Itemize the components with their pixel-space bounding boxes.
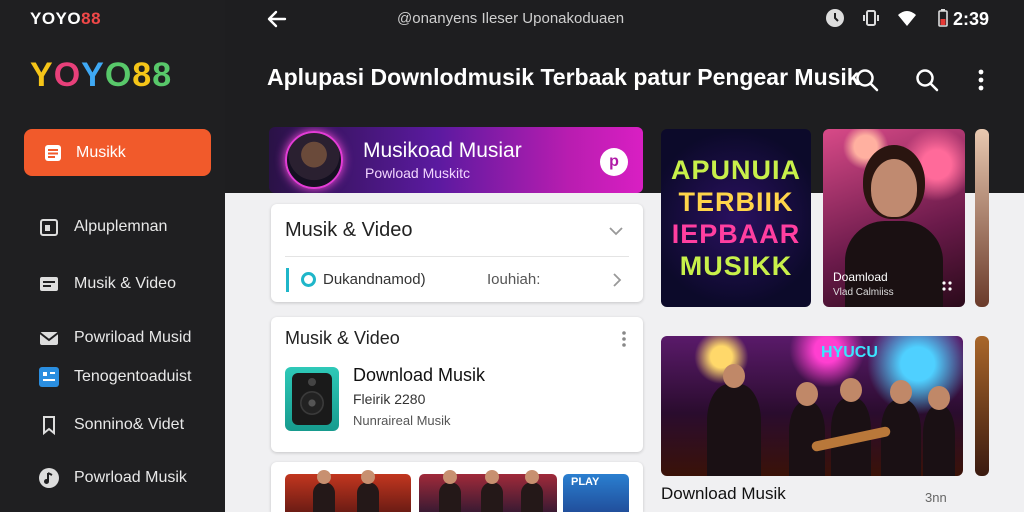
battery-icon (933, 8, 953, 33)
tile-count: 3nn (925, 490, 947, 505)
brand-letter: 8 (152, 56, 173, 94)
grid-icon (38, 366, 60, 388)
search-icon[interactable] (853, 66, 881, 94)
sidebar-item-label: Sonnino& Videt (74, 416, 185, 433)
sidebar-item-powriload-musid[interactable]: Powriload Musid (38, 327, 191, 349)
poster-line: APUNUIA (670, 155, 801, 185)
sidebar-item-label: Tenogentoaduist (74, 368, 192, 385)
sidebar-item-sonnino-videt[interactable]: Sonnino& Videt (38, 414, 184, 436)
sidebar: YOYO88 YOYO88 Musikk Alpuplemnan Musik &… (0, 0, 225, 512)
status-text: @onanyens Ileser Uponakoduaen (397, 10, 625, 27)
sidebar-item-alpuplemnan[interactable]: Alpuplemnan (38, 216, 167, 238)
sidebar-item-musik-video[interactable]: Musik & Video (38, 273, 176, 295)
brand-letter: Y (30, 56, 54, 94)
concert-tile[interactable]: HYUCU (661, 336, 963, 476)
tile-caption: Download Musik (661, 484, 786, 503)
tile-subcaption: Vlad Calmiiss (833, 287, 894, 298)
accent-bar (286, 268, 289, 292)
vibrate-icon (861, 8, 881, 33)
poster-line: IEPBAAR (671, 219, 801, 249)
card-subtext-right: Iouhiah: (487, 271, 541, 288)
thumbnail[interactable]: PLAY (563, 474, 629, 512)
music-note-icon (38, 467, 60, 489)
singer-face (871, 159, 917, 217)
card-title: Musik & Video (285, 328, 400, 348)
brand-letter: Y (81, 56, 105, 94)
thumbnail[interactable] (419, 470, 557, 512)
bookmark-icon (38, 414, 60, 436)
play-icon[interactable]: p (600, 148, 628, 176)
partial-tile[interactable] (975, 129, 989, 307)
speaker-icon (285, 367, 339, 431)
sidebar-item-powrload-musik[interactable]: Powrload Musik (38, 467, 187, 489)
poster-line: MUSIKK (679, 251, 793, 281)
thumbnail-badge: PLAY (571, 476, 600, 488)
list-icon (42, 142, 64, 164)
thumbnail-strip: PLAY (271, 462, 643, 512)
sidebar-item-label: Alpuplemnan (74, 218, 168, 235)
sidebar-item-label: Musik & Video (74, 275, 176, 292)
main-area: @onanyens Ileser Uponakoduaen 2:39 Aplup… (225, 0, 1024, 512)
featured-banner[interactable]: Musikoad Musiar Powload Muskitc p (269, 127, 643, 193)
brand-small-logo: YOYO88 (30, 9, 102, 28)
sidebar-item-tenogentoaduist[interactable]: Tenogentoaduist (38, 366, 191, 388)
divider (285, 256, 629, 257)
sidebar-item-label: Musikk (76, 143, 126, 161)
partial-tile[interactable] (975, 336, 989, 476)
banner-subtitle: Powload Muskitc (365, 165, 471, 181)
item-heading: Download Musik (353, 365, 486, 385)
clock: 2:39 (953, 9, 990, 29)
banner-title: Musikoad Musiar (363, 139, 522, 162)
grid-dots-icon[interactable] (941, 279, 953, 291)
singer-tile[interactable]: Doamload Vlad Calmiiss (823, 129, 965, 307)
page-title: Aplupasi Downlodmusik Terbaak patur Peng… (267, 64, 860, 90)
category-card[interactable]: Musik & Video Dukandnamod) Iouhiah: (271, 204, 643, 302)
search-icon[interactable] (913, 66, 941, 94)
brand-logo[interactable]: YOYO88 (30, 56, 172, 95)
more-vertical-icon[interactable] (621, 330, 627, 348)
poster-line: TERBIIK (678, 187, 794, 217)
download-card[interactable]: Musik & Video Download Musik Fleirik 228… (271, 317, 643, 452)
more-vertical-icon[interactable] (967, 66, 995, 94)
brand-letter: O (104, 56, 133, 94)
stage-sign: HYUCU (821, 344, 878, 361)
status-icons (825, 8, 953, 33)
artist-avatar (285, 131, 343, 189)
tile-caption: Doamload (833, 270, 888, 284)
brand-letter: O (53, 56, 82, 94)
sidebar-item-label: Powrload Musik (74, 469, 187, 486)
chevron-right-icon[interactable] (609, 272, 625, 288)
notification-icon (825, 8, 845, 33)
sidebar-item-label: Powriload Musid (74, 329, 192, 346)
card-title: Musik & Video (285, 219, 413, 241)
thumbnail[interactable] (285, 470, 411, 512)
brand-letter: 8 (132, 56, 153, 94)
wifi-icon (897, 8, 917, 33)
app-icon (38, 216, 60, 238)
chevron-down-icon[interactable] (607, 222, 625, 240)
poster-tile[interactable]: APUNUIA TERBIIK IEPBAAR MUSIKK (661, 129, 811, 307)
sidebar-item-musikk[interactable]: Musikk (24, 129, 211, 176)
back-arrow-icon[interactable] (265, 7, 289, 31)
item-line: Fleirik 2280 (353, 391, 426, 407)
mail-icon (38, 327, 60, 349)
card-icon (38, 273, 60, 295)
ring-icon (301, 272, 316, 287)
card-subtext: Dukandnamod) (323, 271, 426, 288)
item-line: Nunraireal Musik (353, 413, 451, 428)
